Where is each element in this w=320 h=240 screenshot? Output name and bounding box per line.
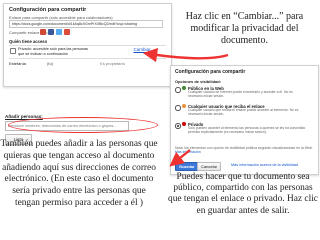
gmail-icon[interactable]: [40, 29, 46, 35]
option-private-desc: Solo pueden acceder al elemento las pers…: [188, 126, 306, 134]
privacy-row: Privado: accesible solo para las persona…: [9, 45, 166, 59]
dialog-title: Configuración para compartir: [9, 7, 87, 13]
owner-role: Es propietario: [100, 61, 125, 66]
owner-name: Estefanía: [9, 61, 26, 66]
highlight-circle: [8, 117, 158, 133]
visibility-section-label: Opciones de visibilidad:: [175, 79, 222, 84]
change-link[interactable]: Cambiar...: [133, 47, 154, 52]
sharing-settings-dialog: Configuración para compartir Enlace para…: [3, 3, 172, 87]
share-link-field[interactable]: https://docs.google.com/document/d/1kAq8…: [9, 20, 163, 28]
privacy-title: Privado: accesible solo para las persona…: [18, 47, 89, 51]
more-info-link[interactable]: Más información: [175, 150, 201, 154]
share-icons: [40, 29, 70, 35]
who-has-access-label: Quién tiene acceso: [9, 39, 48, 44]
google-plus-icon[interactable]: [64, 29, 70, 35]
visibility-note: Nota: los elementos con opción de visibi…: [175, 146, 313, 154]
visibility-dialog-title: Configuración para compartir: [175, 69, 246, 75]
visibility-dialog: Configuración para compartir Opciones de…: [170, 65, 319, 175]
caption-visibility: Puedes hacer que tu documento sea públic…: [168, 172, 318, 216]
facebook-icon[interactable]: [48, 29, 54, 35]
privacy-subtitle: que se indican a continuación: [18, 51, 69, 56]
owner-you: (tú): [47, 61, 54, 66]
visibility-info-link[interactable]: Más información acerca de la visibilidad: [231, 163, 298, 167]
twitter-icon[interactable]: [56, 29, 62, 35]
radio-anyone-with-link[interactable]: [175, 105, 181, 111]
cancel-button[interactable]: Cancelar: [197, 162, 222, 171]
privacy-description: Privado: accesible solo para las persona…: [18, 47, 108, 56]
radio-private[interactable]: [175, 123, 181, 129]
link-icon: [182, 104, 186, 108]
radio-public[interactable]: [175, 87, 181, 93]
save-button[interactable]: Guardar: [175, 162, 199, 171]
lock-icon: [182, 122, 186, 126]
caption-add-people: También puedes añadir a las personas que…: [0, 139, 158, 208]
lock-icon: [10, 48, 16, 54]
option-link-desc: Cualquier usuario que reciba el enlace p…: [188, 108, 299, 116]
globe-icon: [182, 86, 186, 90]
option-public-desc: Cualquier usuario de Internet puede enco…: [188, 90, 293, 98]
owner-row: Estefanía (tú) Es propietario: [9, 61, 125, 66]
caption-change-privacy: Haz clic en “Cambiar...” para modificar …: [185, 11, 304, 46]
